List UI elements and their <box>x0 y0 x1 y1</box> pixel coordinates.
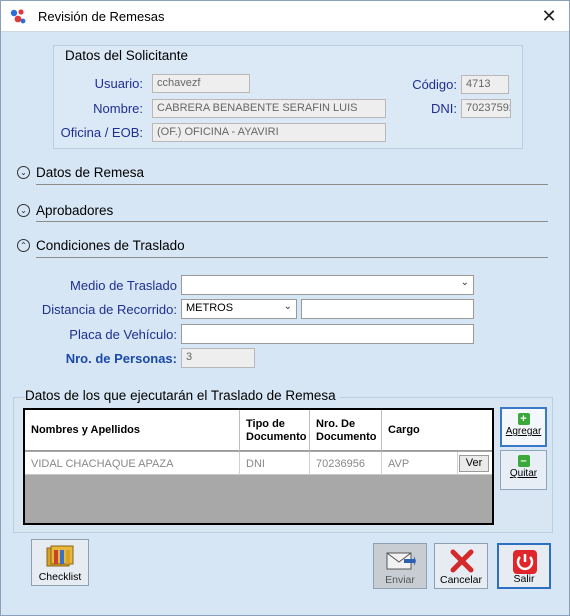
enviar-label: Enviar <box>385 574 415 586</box>
usuario-label: Usuario: <box>94 76 143 91</box>
cancelar-label: Cancelar <box>439 574 483 586</box>
chevron-down-icon: ⌄ <box>460 277 469 288</box>
table-row[interactable]: VIDAL CHACHAQUE APAZA DNI 70236956 AVP V… <box>25 452 492 475</box>
row-nro: 70236956 <box>310 452 382 475</box>
folders-icon <box>46 545 74 567</box>
column-header[interactable]: Nro. De Documento <box>310 410 382 451</box>
plus-icon: + <box>517 413 530 425</box>
agregar-button[interactable]: + Agregar <box>500 407 547 447</box>
table-header: Nombres y Apellidos Tipo de Documento Nr… <box>25 410 492 451</box>
envelope-icon <box>386 552 416 570</box>
solicitante-title: Datos del Solicitante <box>65 48 189 63</box>
title-bar: Revisión de Remesas ✕ <box>1 1 569 32</box>
agregar-label: Agregar <box>505 426 542 437</box>
section-divider <box>36 184 548 185</box>
distancia-unit-value: METROS <box>186 302 234 314</box>
distancia-label: Distancia de Recorrido: <box>41 302 177 317</box>
chevron-down-icon: ⌄ <box>283 301 292 312</box>
placa-input[interactable] <box>181 324 474 344</box>
close-icon[interactable]: ✕ <box>529 1 569 32</box>
window-title: Revisión de Remesas <box>38 9 165 24</box>
section-divider <box>36 221 548 222</box>
quitar-button[interactable]: – Quitar <box>500 450 547 490</box>
dni-label: DNI: <box>431 101 457 116</box>
app-icon <box>10 9 26 24</box>
quitar-label: Quitar <box>509 468 538 479</box>
section-condiciones[interactable]: Condiciones de Traslado <box>36 238 185 253</box>
collapse-condiciones-icon[interactable]: ⌃ <box>17 239 30 252</box>
salir-button[interactable]: Salir <box>497 543 551 589</box>
enviar-button[interactable]: Enviar <box>373 543 427 589</box>
codigo-label: Código: <box>412 77 457 92</box>
revision-remesas-window: Revisión de Remesas ✕ Datos del Solicita… <box>0 0 570 616</box>
row-tipo: DNI <box>240 452 310 475</box>
row-nombre: VIDAL CHACHAQUE APAZA <box>25 452 240 475</box>
placa-label: Placa de Vehículo: <box>69 327 177 342</box>
column-header[interactable]: Tipo de Documento <box>240 410 310 451</box>
codigo-field[interactable]: 4713 <box>461 75 509 94</box>
personas-field[interactable]: 3 <box>181 348 255 368</box>
power-icon <box>513 550 537 574</box>
oficina-label: Oficina / EOB: <box>60 125 143 140</box>
x-icon <box>450 549 474 573</box>
usuario-field[interactable]: cchavezf <box>152 74 250 93</box>
nombre-field[interactable]: CABRERA BENABENTE SERAFIN LUIS <box>152 99 386 118</box>
column-header[interactable]: Cargo <box>382 410 492 451</box>
nombre-label: Nombre: <box>93 101 143 116</box>
minus-icon: – <box>517 455 530 467</box>
section-divider <box>36 257 548 258</box>
distancia-unit-select[interactable]: METROS ⌄ <box>181 299 297 319</box>
expand-aprobadores-icon[interactable]: ⌄ <box>17 204 30 217</box>
oficina-field[interactable]: (OF.) OFICINA - AYAVIRI <box>152 123 386 142</box>
expand-remesa-icon[interactable]: ⌄ <box>17 166 30 179</box>
personas-label: Nro. de Personas: <box>65 351 177 366</box>
section-remesa[interactable]: Datos de Remesa <box>36 165 144 180</box>
salir-label: Salir <box>513 573 535 585</box>
checklist-label: Checklist <box>38 571 82 583</box>
medio-select[interactable]: ⌄ <box>181 275 474 295</box>
medio-label: Medio de Traslado <box>70 278 177 293</box>
row-cargo: AVP <box>382 452 458 475</box>
checklist-button[interactable]: Checklist <box>31 539 89 586</box>
ejecutores-table: Nombres y Apellidos Tipo de Documento Nr… <box>23 408 494 525</box>
dni-field[interactable]: 70237592 <box>461 99 511 118</box>
distancia-input[interactable] <box>301 299 474 319</box>
cancelar-button[interactable]: Cancelar <box>434 543 488 589</box>
ejecutores-title: Datos de los que ejecutarán el Traslado … <box>25 388 340 403</box>
column-header[interactable]: Nombres y Apellidos <box>25 410 240 451</box>
section-aprobadores[interactable]: Aprobadores <box>36 203 113 218</box>
ver-button[interactable]: Ver <box>459 455 489 472</box>
